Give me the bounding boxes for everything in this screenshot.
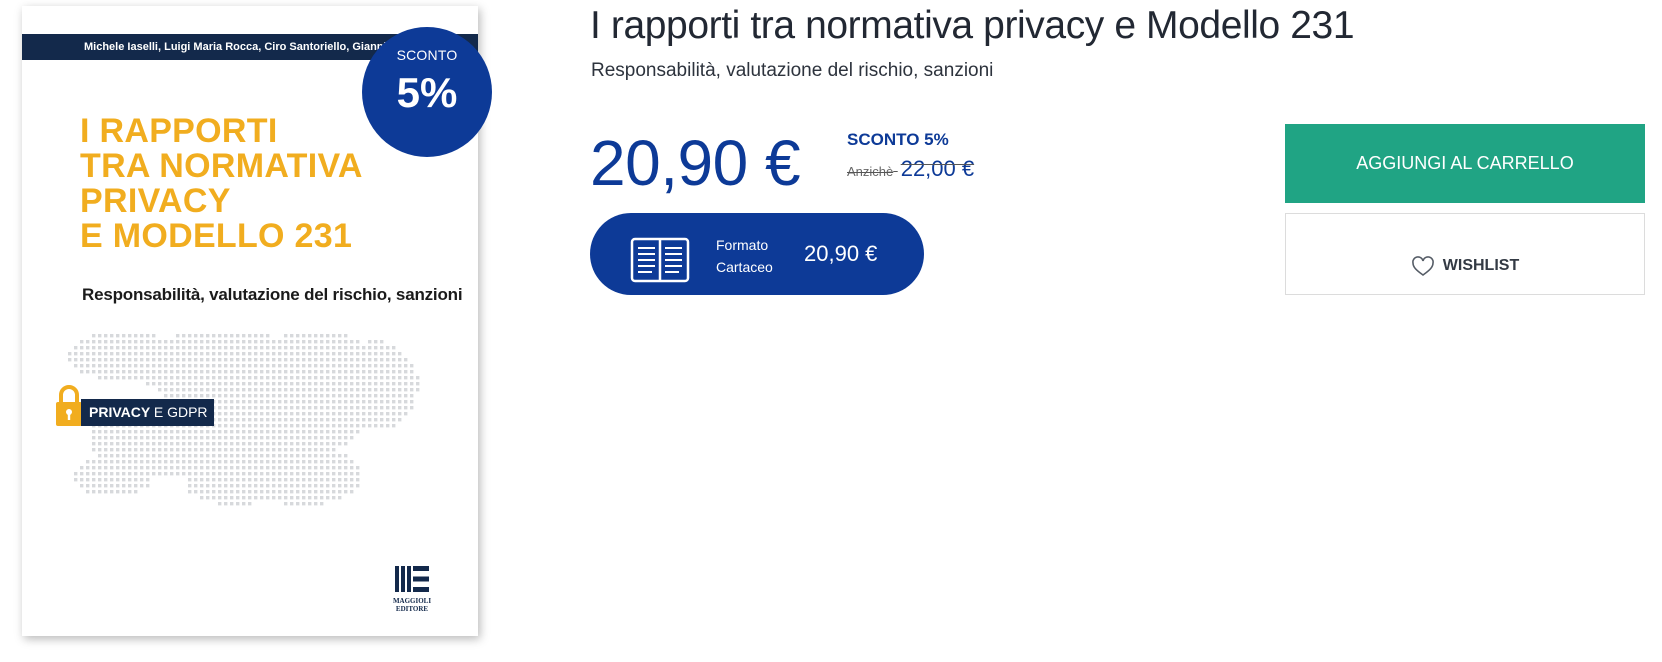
wishlist-label: WISHLIST xyxy=(1442,257,1520,274)
heart-icon xyxy=(1411,255,1434,276)
maggioli-logo-icon xyxy=(395,566,429,592)
wishlist-button[interactable]: WISHLIST xyxy=(1285,213,1645,295)
publisher-logo: MAGGIOLI EDITORE xyxy=(392,566,432,613)
cover-title-line: PRIVACY xyxy=(80,182,231,220)
discount-badge: SCONTO 5% xyxy=(362,27,492,157)
cover-title: I RAPPORTI TRA NORMATIVA PRIVACY E MODEL… xyxy=(80,114,363,254)
discount-badge-value: 5% xyxy=(396,69,458,116)
cover-tag-rest: E GDPR xyxy=(153,404,208,420)
format-price: 20,90 € xyxy=(804,241,878,266)
publisher-name-line2: EDITORE xyxy=(395,605,429,613)
format-label-line2: Cartaceo xyxy=(716,259,773,275)
add-to-cart-button[interactable]: AGGIUNGI AL CARRELLO xyxy=(1285,124,1645,203)
cover-title-line: I RAPPORTI xyxy=(80,112,278,150)
old-price-prefix: Anzichè xyxy=(847,164,894,179)
cover-title-line: TRA NORMATIVA xyxy=(80,147,363,185)
book-icon xyxy=(630,237,690,283)
old-price: Anzichè 22,00 € xyxy=(847,156,974,182)
wishlist-button-content: WISHLIST xyxy=(1411,255,1520,277)
padlock-icon xyxy=(56,385,82,426)
old-price-value: 22,00 € xyxy=(900,156,975,181)
product-title: I rapporti tra normativa privacy e Model… xyxy=(590,4,1355,47)
cover-series-tag: PRIVACY E GDPR xyxy=(81,399,214,426)
format-option-cartaceo[interactable]: Formato Cartaceo 20,90 € xyxy=(590,213,924,295)
cover-tag-bold: PRIVACY xyxy=(89,404,150,420)
publisher-name-line1: MAGGIOLI xyxy=(392,597,432,605)
format-label: Formato Cartaceo xyxy=(716,234,773,278)
cover-subtitle: Responsabilità, valutazione del rischio,… xyxy=(82,285,463,304)
discount-badge-label: SCONTO xyxy=(396,47,458,63)
product-price: 20,90 € xyxy=(590,127,801,199)
discount-label: SCONTO 5% xyxy=(847,130,949,149)
product-subtitle: Responsabilità, valutazione del rischio,… xyxy=(591,60,994,81)
format-label-line1: Formato xyxy=(716,237,769,253)
cover-title-line: E MODELLO 231 xyxy=(80,217,353,255)
